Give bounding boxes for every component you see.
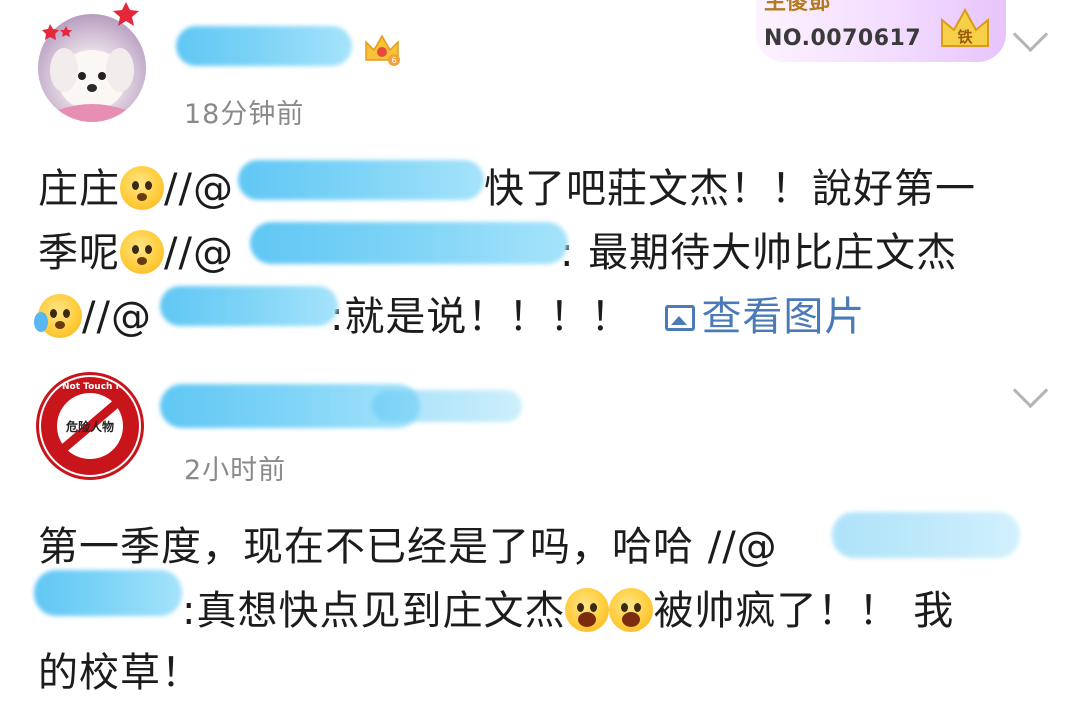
comment-text: 庄庄 [38,166,120,212]
fan-badge-number: NO.0070617 [764,26,922,51]
screaming-face-emoji-icon [565,588,610,632]
comment-text: :真想快点见到庄文杰 [182,588,566,634]
flower-decoration-icon [42,2,139,40]
comment-line-4: 第一季度，现在不已经是了吗，哈哈 //@ [38,514,778,572]
crying-face-emoji-icon [34,294,82,338]
comment-text: 季呢 [38,230,120,276]
weibo-comment-screen: 6 18分钟前 主傻鄧 NO.0070617 铁 庄庄 //@ 快了吧莊文杰！！說好… [0,0,1080,706]
no-touch-avatar-image: Do Not Touch Me! 危险人物 [41,377,139,475]
comment-text: 的校草！ [38,650,202,696]
username-redacted [372,390,522,422]
repost-marker: //@ [82,294,152,340]
comment-text: 被帅疯了！！ 我 [653,588,955,634]
comment-text: 快了吧莊文杰！！說好第一 [483,166,976,212]
username-redacted[interactable] [238,160,484,200]
picture-icon [665,305,696,331]
comment-line-6: 的校草！ [38,640,202,698]
comment-text: : 最期待大帅比庄文杰 [559,230,958,276]
comment-divider [0,352,1080,364]
fan-badge-title: 主傻鄧 [764,0,831,15]
avatar-text-top: Do Not Touch Me! [45,382,135,392]
comment-line-1: 庄庄 //@ 快了吧莊文杰！！說好第一 [38,156,976,214]
repost-marker: //@ [164,230,234,276]
chevron-down-icon[interactable] [1012,372,1049,409]
comment-timestamp: 18分钟前 [184,99,305,130]
username-redacted[interactable] [832,512,1020,558]
comment-timestamp: 2小时前 [184,455,287,486]
comment-text: 第一季度，现在不已经是了吗，哈哈 //@ [38,524,778,570]
view-picture-link[interactable]: 查看图片 [665,294,865,340]
pleading-face-emoji-icon [120,166,164,210]
fan-crown-icon: 铁 [941,7,989,47]
avatar-text-mid: 危险人物 [65,419,114,434]
user-avatar[interactable]: Do Not Touch Me! 危险人物 [36,372,144,480]
fan-badge[interactable]: 主傻鄧 NO.0070617 铁 [756,0,1006,62]
svg-text:6: 6 [391,56,396,65]
username-redacted[interactable] [34,570,182,616]
screaming-face-emoji-icon [609,588,654,632]
chevron-down-icon[interactable] [1012,16,1049,53]
comment-text: :就是说！！！！ [329,294,632,340]
pleading-face-emoji-icon [120,230,164,274]
username-redacted[interactable] [176,26,352,66]
username-redacted[interactable] [160,286,338,326]
username-redacted[interactable] [250,222,568,264]
view-picture-label: 查看图片 [701,294,866,340]
crown-badge-icon: 6 [365,34,400,66]
repost-marker: //@ [164,166,234,212]
fan-badge-level: 铁 [957,28,972,46]
